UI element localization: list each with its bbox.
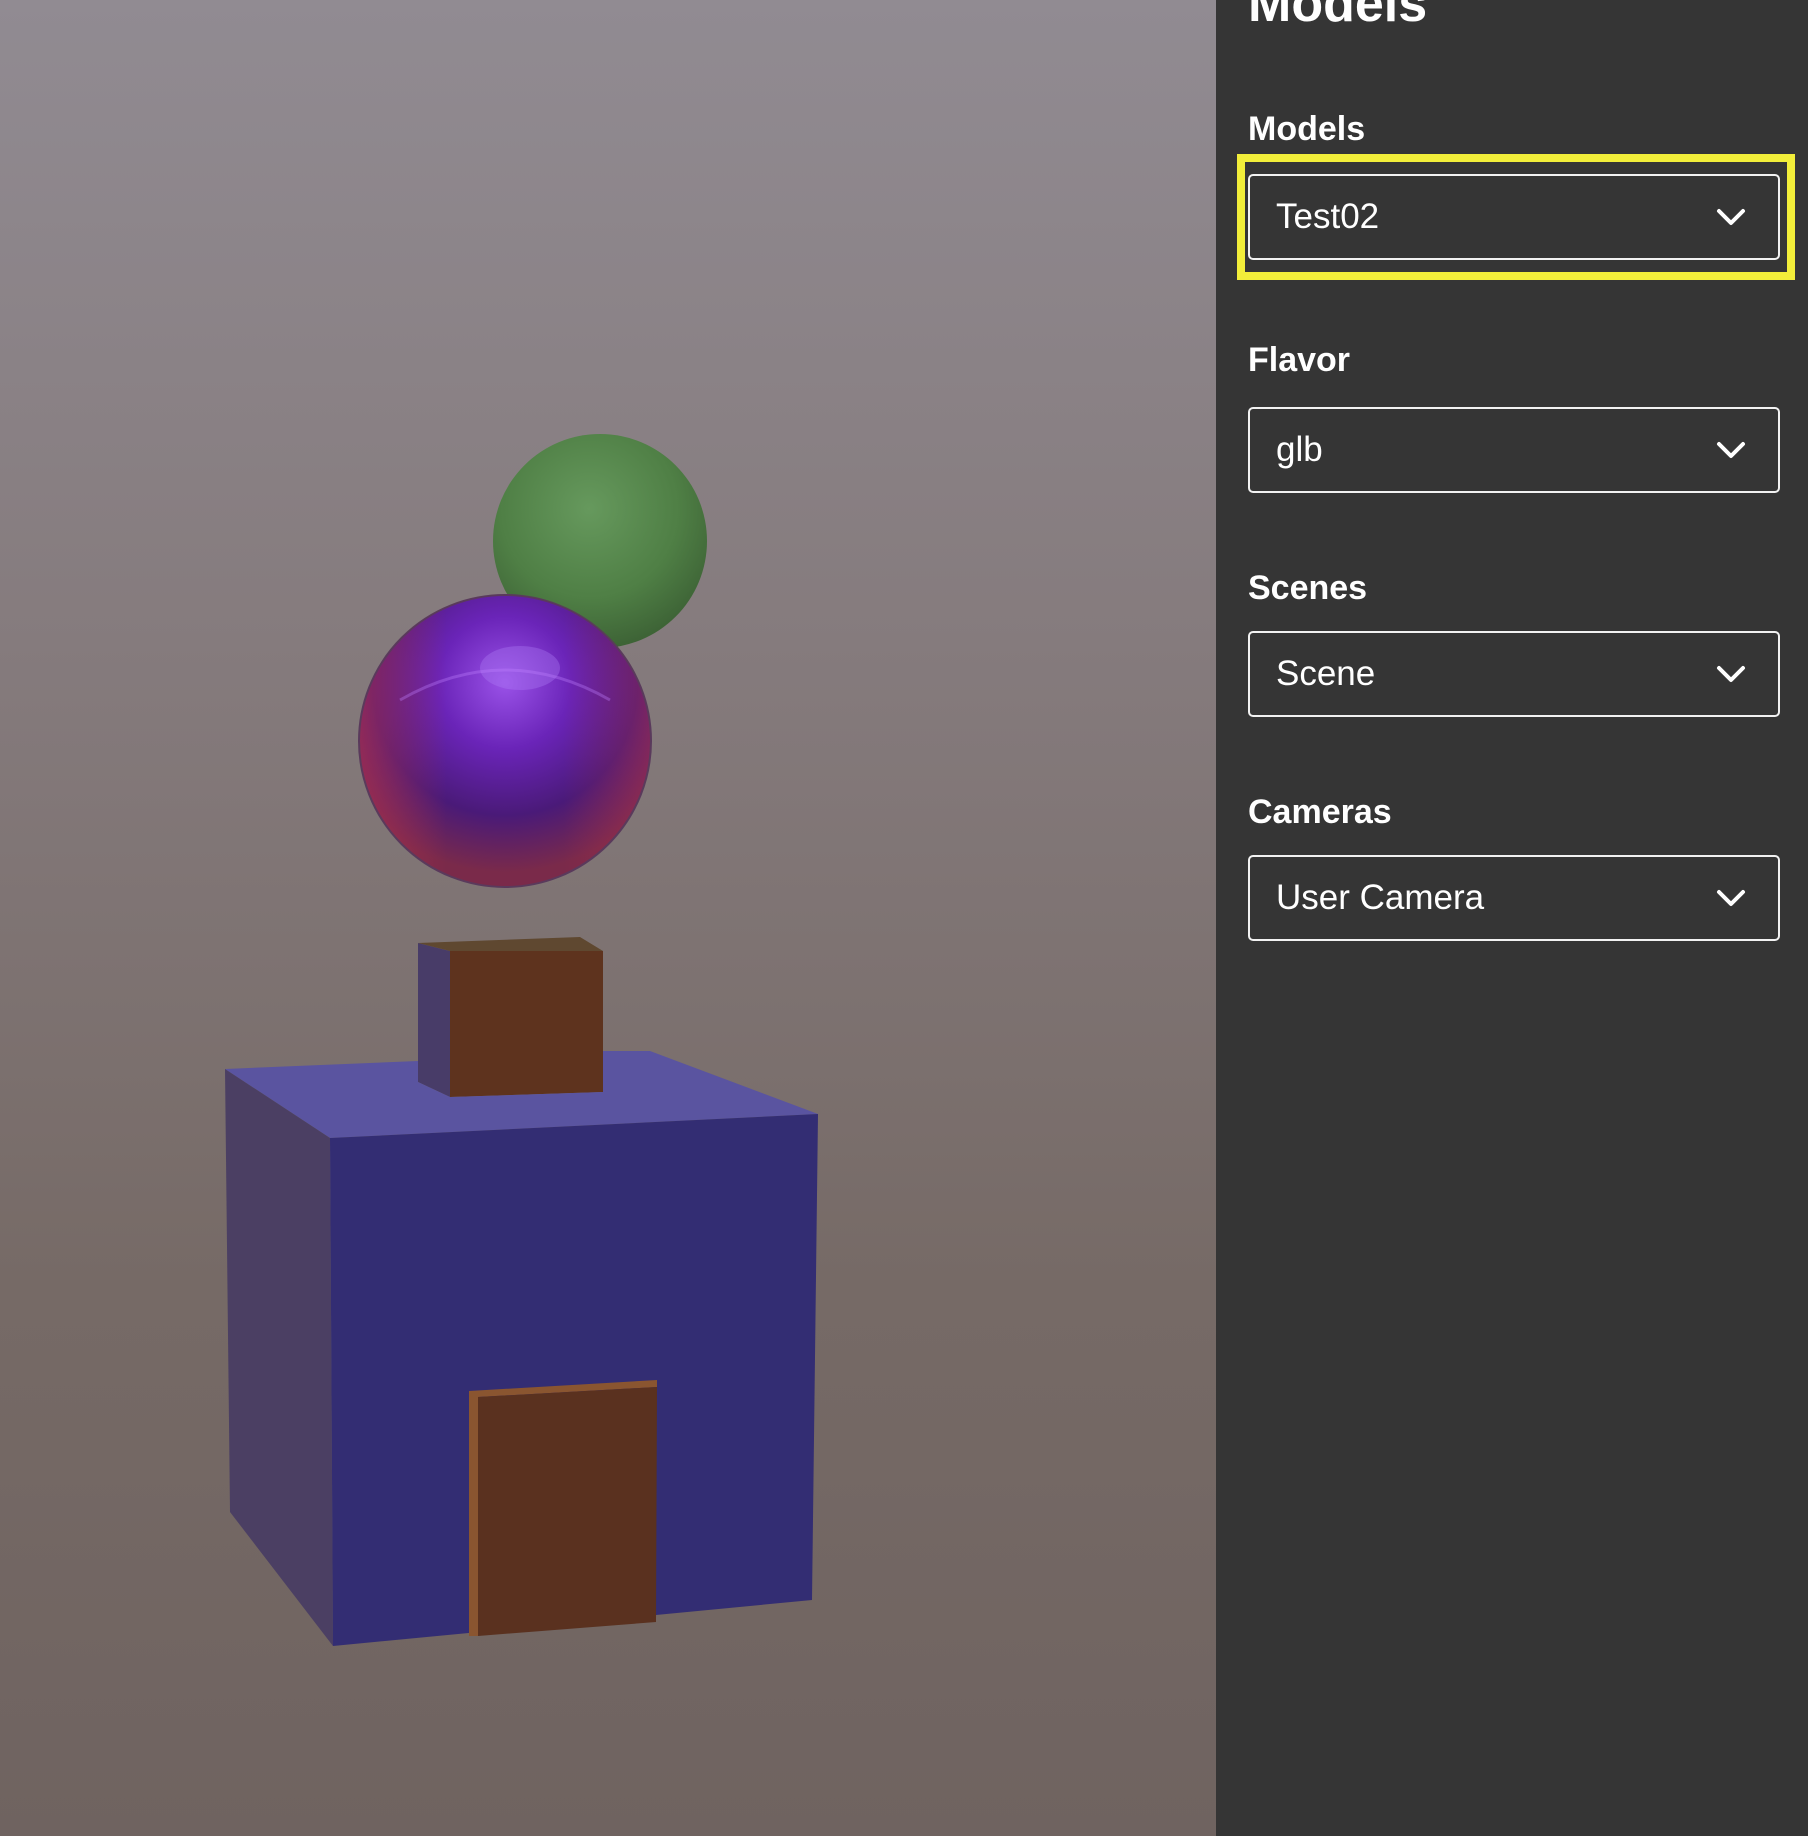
chevron-down-icon [1714, 433, 1748, 467]
chevron-down-icon [1714, 657, 1748, 691]
models-select[interactable]: Test02 [1248, 174, 1780, 260]
purple-metallic-sphere [358, 594, 652, 888]
app: Models Models Test02 Flavor glb Scenes S… [0, 0, 1808, 1836]
panel-title: Models [1248, 0, 1428, 33]
chevron-down-icon [1714, 200, 1748, 234]
models-panel: Models Models Test02 Flavor glb Scenes S… [1216, 0, 1808, 1836]
scenes-select-value: Scene [1276, 654, 1376, 693]
flavor-label: Flavor [1248, 341, 1351, 379]
3d-viewport[interactable] [0, 0, 1216, 1836]
flavor-select[interactable]: glb [1248, 407, 1780, 493]
models-label: Models [1248, 110, 1366, 148]
chevron-down-icon [1714, 881, 1748, 915]
scenes-label: Scenes [1248, 569, 1368, 607]
3d-scene [225, 434, 818, 1646]
cameras-label: Cameras [1248, 793, 1392, 831]
cameras-select-value: User Camera [1276, 878, 1485, 917]
flavor-select-value: glb [1276, 430, 1323, 469]
brown-door [469, 1380, 657, 1636]
small-brown-cube [418, 937, 603, 1097]
scenes-select[interactable]: Scene [1248, 631, 1780, 717]
cameras-select[interactable]: User Camera [1248, 855, 1780, 941]
models-select-value: Test02 [1276, 197, 1380, 236]
